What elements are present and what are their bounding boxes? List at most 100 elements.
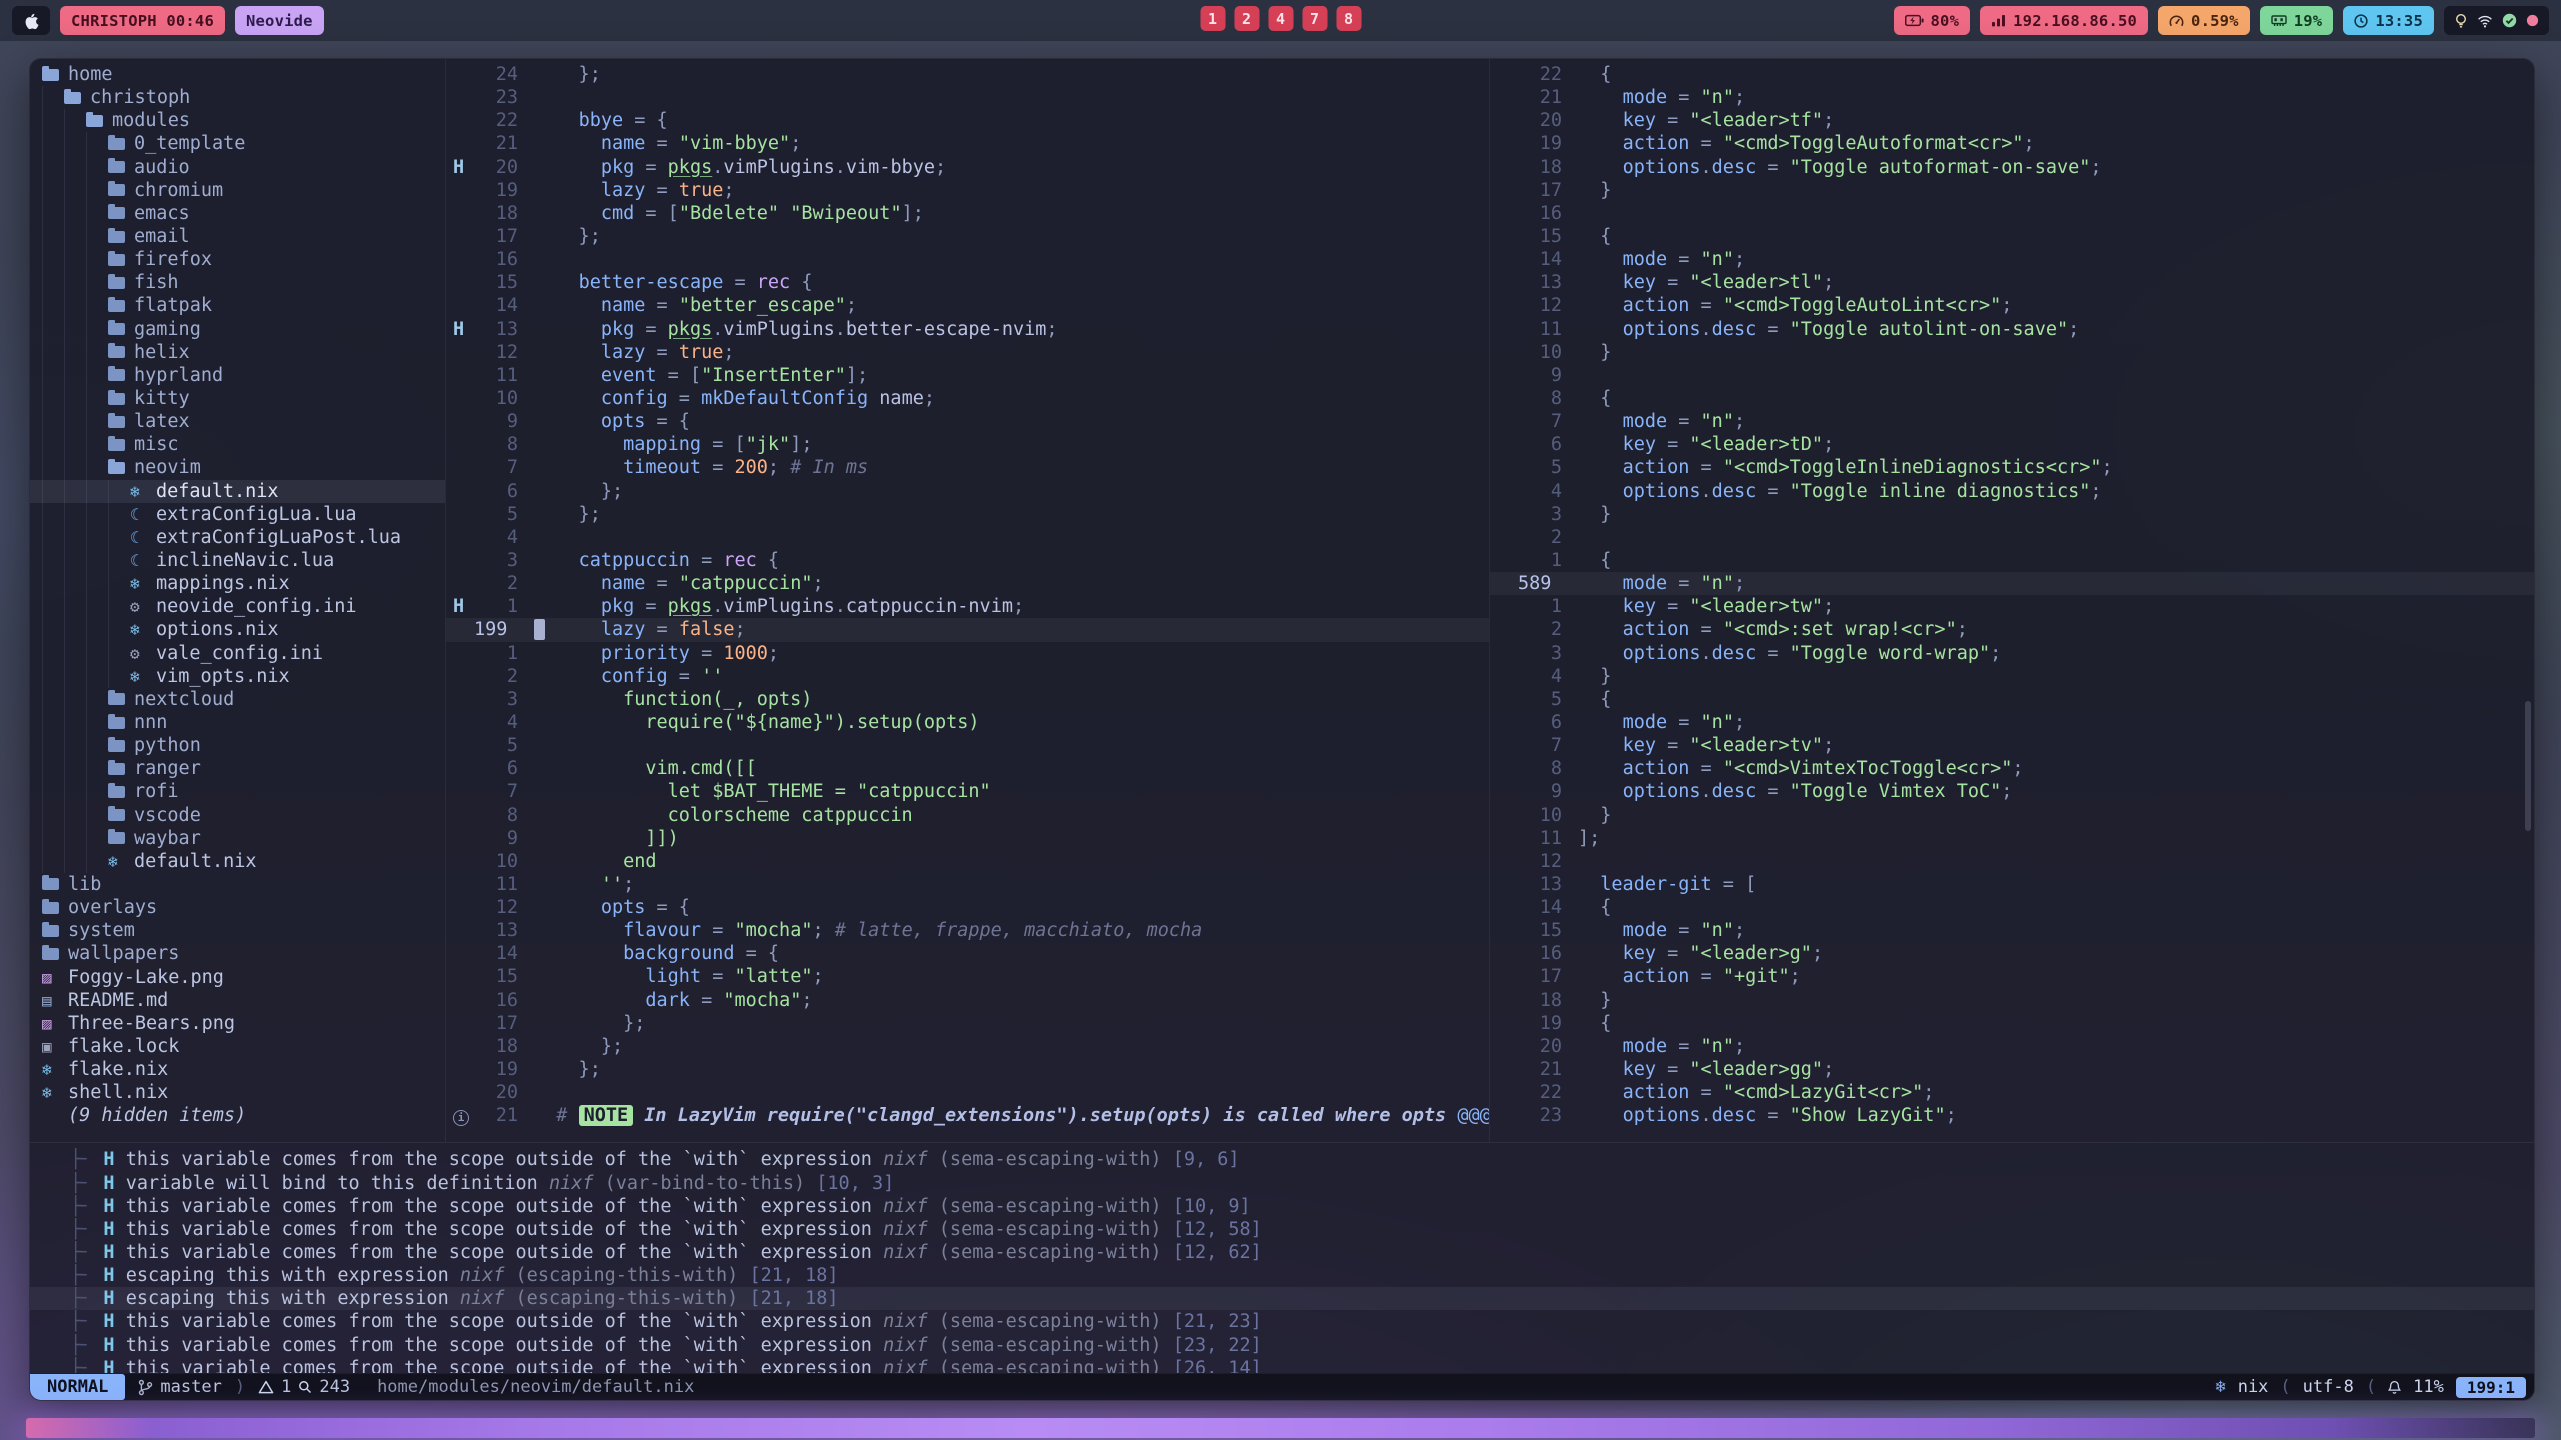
tree-item[interactable]: nnn	[30, 711, 445, 734]
tree-item[interactable]: ▨Three-Bears.png	[30, 1012, 445, 1035]
tree-item[interactable]: (9 hidden items)	[30, 1104, 445, 1127]
tree-item[interactable]: christoph	[30, 86, 445, 109]
tree-item[interactable]: ❄shell.nix	[30, 1081, 445, 1104]
code-line[interactable]: 19 lazy = true;	[446, 179, 1489, 202]
code-line[interactable]: 10 }	[1490, 341, 2534, 364]
workspace-1[interactable]: 1	[1200, 6, 1225, 31]
diagnostic-row[interactable]: ├╴ H this variable comes from the scope …	[30, 1241, 2534, 1264]
tree-item[interactable]: vscode	[30, 804, 445, 827]
diagnostic-row[interactable]: ├╴ H variable will bind to this definiti…	[30, 1172, 2534, 1195]
code-line[interactable]: 23	[446, 86, 1489, 109]
code-line[interactable]: 19 action = "<cmd>ToggleAutoformat<cr>";	[1490, 132, 2534, 155]
apple-menu[interactable]	[12, 6, 50, 35]
workspace-8[interactable]: 8	[1336, 6, 1361, 31]
code-line[interactable]: 21 mode = "n";	[1490, 86, 2534, 109]
code-line[interactable]: 5 {	[1490, 688, 2534, 711]
tree-item[interactable]: nextcloud	[30, 688, 445, 711]
code-line[interactable]: 4	[446, 526, 1489, 549]
code-line[interactable]: 17 };	[446, 1012, 1489, 1035]
tree-item[interactable]: gaming	[30, 318, 445, 341]
code-line[interactable]: 6 };	[446, 480, 1489, 503]
code-line[interactable]: 13 leader-git = [	[1490, 873, 2534, 896]
code-line[interactable]: 5 action = "<cmd>ToggleInlineDiagnostics…	[1490, 456, 2534, 479]
tree-item[interactable]: ❄default.nix	[30, 480, 445, 503]
code-line[interactable]: 7 key = "<leader>tv";	[1490, 734, 2534, 757]
code-line[interactable]: 3 catppuccin = rec {	[446, 549, 1489, 572]
tree-item[interactable]: ⚙neovide_config.ini	[30, 595, 445, 618]
code-line[interactable]: 3 function(_, opts)	[446, 688, 1489, 711]
code-line[interactable]: 6 vim.cmd([[	[446, 757, 1489, 780]
tree-item[interactable]: ❄default.nix	[30, 850, 445, 873]
code-line[interactable]: 23 options.desc = "Show LazyGit";	[1490, 1104, 2534, 1127]
code-line[interactable]: 2	[1490, 526, 2534, 549]
code-line[interactable]: 1 priority = 1000;	[446, 642, 1489, 665]
shield-check-icon[interactable]	[2502, 13, 2517, 28]
diagnostic-row[interactable]: ├╴ H escaping this with expression nixf …	[30, 1264, 2534, 1287]
code-line[interactable]: 5 };	[446, 503, 1489, 526]
tree-item[interactable]: ❄options.nix	[30, 618, 445, 641]
tree-item[interactable]: lib	[30, 873, 445, 896]
code-line[interactable]: 20 mode = "n";	[1490, 1035, 2534, 1058]
code-line[interactable]: 18 };	[446, 1035, 1489, 1058]
code-line[interactable]: H1 pkg = pkgs.vimPlugins.catppuccin-nvim…	[446, 595, 1489, 618]
tree-item[interactable]: kitty	[30, 387, 445, 410]
tree-item[interactable]: audio	[30, 156, 445, 179]
code-line[interactable]: 9 ]])	[446, 827, 1489, 850]
code-line[interactable]: 10 config = mkDefaultConfig name;	[446, 387, 1489, 410]
tree-item[interactable]: helix	[30, 341, 445, 364]
code-line[interactable]: 18 }	[1490, 989, 2534, 1012]
code-line[interactable]: 18 cmd = ["Bdelete" "Bwipeout"];	[446, 202, 1489, 225]
tree-item[interactable]: system	[30, 919, 445, 942]
tree-item[interactable]: ☾inclineNavic.lua	[30, 549, 445, 572]
lightbulb-icon[interactable]	[2454, 13, 2468, 29]
code-line[interactable]: 15 mode = "n";	[1490, 919, 2534, 942]
code-line[interactable]: 3 options.desc = "Toggle word-wrap";	[1490, 642, 2534, 665]
code-line[interactable]: 11];	[1490, 827, 2534, 850]
code-line[interactable]: 5	[446, 734, 1489, 757]
tree-item[interactable]: ❄mappings.nix	[30, 572, 445, 595]
code-line[interactable]: 16 key = "<leader>g";	[1490, 942, 2534, 965]
code-line[interactable]: 22 {	[1490, 63, 2534, 86]
tree-item[interactable]: modules	[30, 109, 445, 132]
code-line[interactable]: 19 {	[1490, 1012, 2534, 1035]
tree-item[interactable]: ▣flake.lock	[30, 1035, 445, 1058]
code-line[interactable]: 11 options.desc = "Toggle autolint-on-sa…	[1490, 318, 2534, 341]
tree-item[interactable]: ☾extraConfigLua.lua	[30, 503, 445, 526]
code-line[interactable]: 4 options.desc = "Toggle inline diagnost…	[1490, 480, 2534, 503]
scrollbar-thumb[interactable]	[2525, 701, 2531, 831]
workspace-7[interactable]: 7	[1302, 6, 1327, 31]
code-line[interactable]: 10 }	[1490, 804, 2534, 827]
code-line[interactable]: 14 mode = "n";	[1490, 248, 2534, 271]
code-line[interactable]: 9 opts = {	[446, 410, 1489, 433]
tree-item[interactable]: 0_template	[30, 132, 445, 155]
code-line[interactable]: 2 config = ''	[446, 665, 1489, 688]
tree-item[interactable]: fish	[30, 271, 445, 294]
code-line[interactable]: 6 key = "<leader>tD";	[1490, 433, 2534, 456]
tree-item[interactable]: rofi	[30, 780, 445, 803]
code-line[interactable]: 9 options.desc = "Toggle Vimtex ToC";	[1490, 780, 2534, 803]
code-line[interactable]: 2 action = "<cmd>:set wrap!<cr>";	[1490, 618, 2534, 641]
tree-item[interactable]: latex	[30, 410, 445, 433]
code-line[interactable]: 4 require("${name}").setup(opts)	[446, 711, 1489, 734]
code-line[interactable]: 15 light = "latte";	[446, 965, 1489, 988]
tree-item[interactable]: ❄flake.nix	[30, 1058, 445, 1081]
tree-item[interactable]: ⚙vale_config.ini	[30, 642, 445, 665]
tree-item[interactable]: wallpapers	[30, 942, 445, 965]
code-line[interactable]: 15 {	[1490, 225, 2534, 248]
code-line[interactable]: 3 }	[1490, 503, 2534, 526]
diagnostic-row[interactable]: ├╴ H this variable comes from the scope …	[30, 1310, 2534, 1333]
code-line[interactable]: 11 '';	[446, 873, 1489, 896]
code-line[interactable]: 8 colorscheme catppuccin	[446, 804, 1489, 827]
code-line[interactable]: 17 }	[1490, 179, 2534, 202]
code-line[interactable]: 24 };	[446, 63, 1489, 86]
diagnostic-row[interactable]: ├╴ H this variable comes from the scope …	[30, 1357, 2534, 1373]
diagnostic-row[interactable]: ├╴ H this variable comes from the scope …	[30, 1148, 2534, 1171]
code-line[interactable]: 20	[446, 1081, 1489, 1104]
tree-item[interactable]: waybar	[30, 827, 445, 850]
tree-item[interactable]: ▤README.md	[30, 989, 445, 1012]
code-line[interactable]: 1 {	[1490, 549, 2534, 572]
code-line[interactable]: H20 pkg = pkgs.vimPlugins.vim-bbye;	[446, 156, 1489, 179]
code-line[interactable]: 18 options.desc = "Toggle autoformat-on-…	[1490, 156, 2534, 179]
code-line[interactable]: 12	[1490, 850, 2534, 873]
tree-item[interactable]: flatpak	[30, 294, 445, 317]
